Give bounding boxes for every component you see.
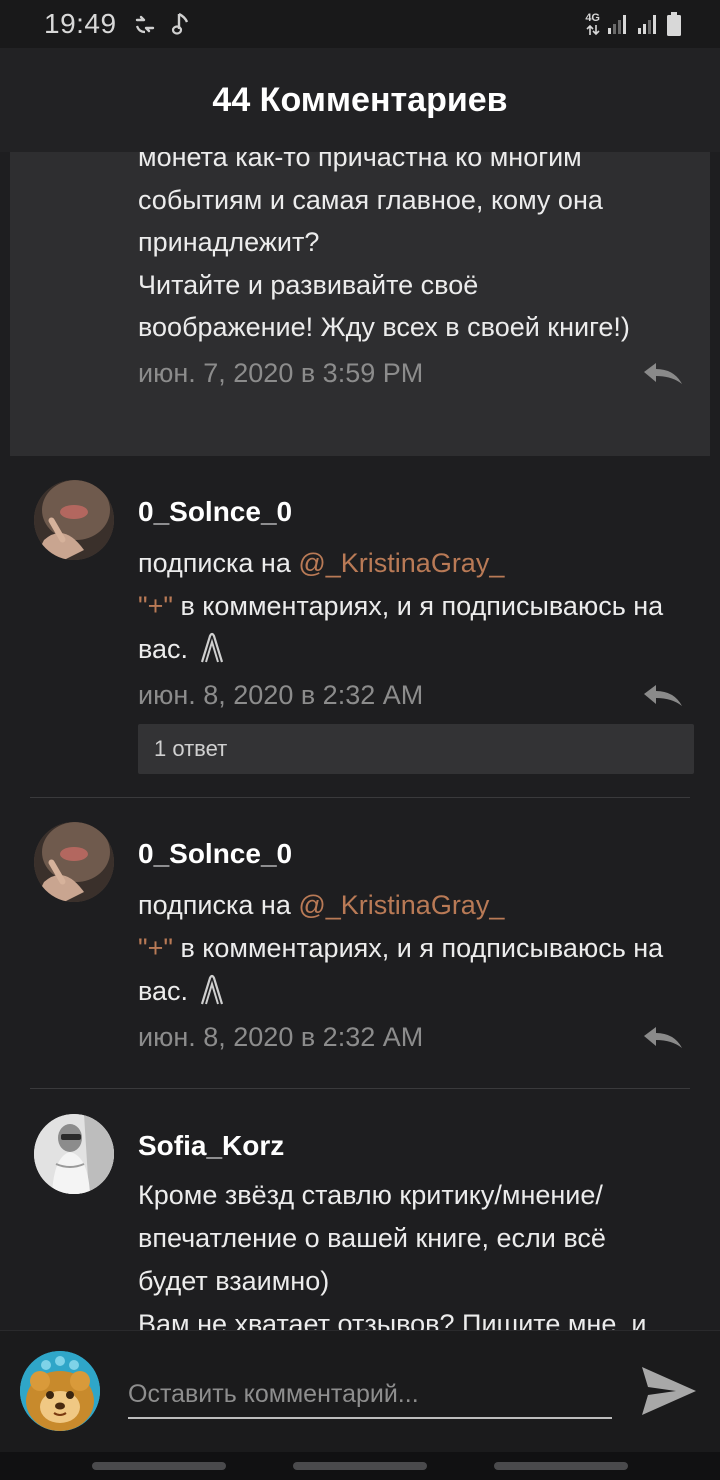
status-notification-icons [133,11,193,37]
nav-home-button[interactable] [293,1462,427,1470]
paperclip-emoji-icon [200,974,223,1005]
comment-item: Sofia_Korz Кроме звёзд ставлю критику/мн… [0,1090,720,1330]
avatar[interactable] [34,480,114,560]
nav-back-button[interactable] [494,1462,628,1470]
nav-recents-button[interactable] [92,1462,226,1470]
comment-input[interactable] [128,1371,612,1419]
comment-timestamp: июн. 8, 2020 в 2:32 AM [138,1022,424,1052]
comment-timestamp: июн. 7, 2020 в 3:59 PM [138,358,424,388]
view-replies-button[interactable]: 1 ответ [138,724,694,774]
network-type-indicator: 4G [585,11,600,36]
comment-quote-plus: "+" [138,933,173,963]
comment-quote-plus: "+" [138,591,173,621]
comment-text: подписка на @_KristinaGray_ "+" в коммен… [138,884,698,1013]
replies-count-label: 1 ответ [154,736,228,761]
highlighted-comment: монета как-то причастна ко многим событи… [10,152,710,456]
status-system-icons: 4G [585,11,682,37]
comment-text: монета как-то причастна ко многим событи… [138,152,630,342]
system-navigation-bar [0,1452,720,1480]
lion-cub-avatar-icon [20,1351,100,1431]
avatar-photo [34,822,114,902]
send-button[interactable] [640,1365,698,1417]
comment-username[interactable]: 0_Solnce_0 [138,496,292,528]
reply-icon[interactable] [642,1026,684,1050]
comment-username[interactable]: Sofia_Korz [138,1130,284,1162]
comment-text: подписка на @_KristinaGray_ "+" в коммен… [138,542,698,671]
comment-username[interactable]: 0_Solnce_0 [138,838,292,870]
comment-item: 0_Solnce_0 подписка на @_KristinaGray_ "… [0,456,720,796]
avatar[interactable] [34,1114,114,1194]
status-bar: 19:49 4G [0,0,720,48]
battery-icon [667,12,681,36]
reply-icon[interactable] [642,684,684,708]
user-mention-link[interactable]: @_KristinaGray_ [298,890,504,920]
page-title: 44 Комментариев [212,80,508,119]
comments-screen: 19:49 4G 44 Комментариев монета как-то п… [0,0,720,1480]
status-time: 19:49 [44,8,117,39]
comment-list[interactable]: монета как-то причастна ко многим событи… [0,152,720,1330]
data-transfer-icon [135,15,154,34]
avatar-photo [34,480,114,560]
current-user-avatar[interactable] [20,1351,100,1431]
comment-timestamp: июн. 8, 2020 в 2:32 AM [138,680,424,710]
signal-icon [608,15,626,34]
network-type-label: 4G [585,11,600,24]
comment-text-prefix: подписка на [138,548,299,578]
comment-item: 0_Solnce_0 подписка на @_KristinaGray_ "… [0,798,720,1088]
comment-text: Кроме звёзд ставлю критику/мнение/ впеча… [138,1180,647,1330]
paperclip-emoji-icon [200,632,223,663]
comments-header: 44 Комментариев [0,48,720,152]
reply-icon[interactable] [642,362,684,386]
avatar-photo [34,1114,114,1194]
comment-composer [0,1330,720,1452]
data-arrows-icon [586,24,600,35]
music-note-icon [171,12,188,35]
user-mention-link[interactable]: @_KristinaGray_ [298,548,504,578]
comment-text-prefix: подписка на [138,890,299,920]
avatar[interactable] [34,822,114,902]
signal-icon [638,15,656,34]
divider [30,1088,690,1089]
